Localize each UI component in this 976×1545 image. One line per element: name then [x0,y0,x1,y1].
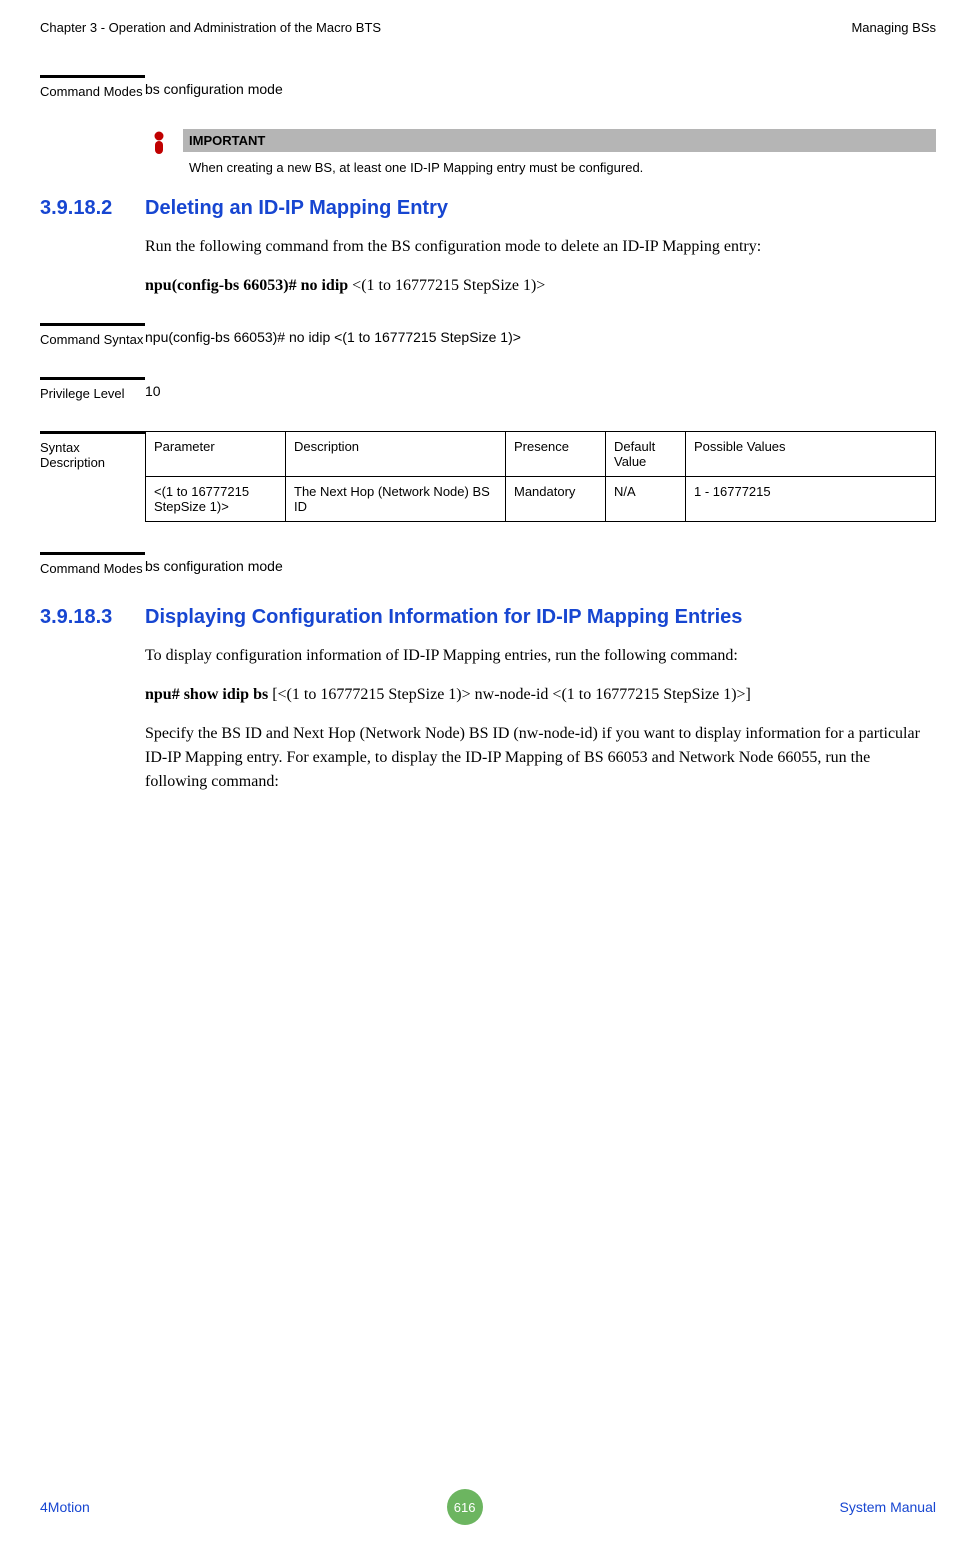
th-description: Description [286,432,506,477]
page-number: 616 [447,1489,483,1525]
th-presence: Presence [506,432,606,477]
chapter-title: Chapter 3 - Operation and Administration… [40,20,381,35]
heading-title-3: Displaying Configuration Information for… [145,606,936,629]
td-parameter: <(1 to 16777215 StepSize 1)> [146,477,286,522]
section3-para2: Specify the BS ID and Next Hop (Network … [145,722,936,794]
heading-3-9-18-2: 3.9.18.2 Deleting an ID-IP Mapping Entry [40,197,936,220]
page-header: Chapter 3 - Operation and Administration… [40,20,936,35]
section3-intro: To display configuration information of … [145,644,936,668]
td-possible-values: 1 - 16777215 [686,477,936,522]
command-syntax-value: npu(config-bs 66053)# no idip <(1 to 167… [145,323,936,345]
heading-number: 3.9.18.2 [40,197,145,220]
section3-command: npu# show idip bs [<(1 to 16777215 StepS… [145,683,936,707]
heading-title: Deleting an ID-IP Mapping Entry [145,197,936,220]
section2-command: npu(config-bs 66053)# no idip <(1 to 167… [145,274,936,298]
important-icon [145,129,173,157]
section-title-right: Managing BSs [851,20,936,35]
command-modes-label: Command Modes [40,75,145,99]
th-possible-values: Possible Values [686,432,936,477]
privilege-level-value: 10 [145,377,936,399]
syntax-description-label: Syntax Description [40,431,145,522]
heading-3-9-18-3: 3.9.18.3 Displaying Configuration Inform… [40,606,936,629]
important-text: When creating a new BS, at least one ID-… [183,158,936,177]
important-header: IMPORTANT [183,129,936,152]
footer-left: 4Motion [40,1499,90,1515]
command-syntax-label: Command Syntax [40,323,145,347]
page-footer: 4Motion 616 System Manual [40,1489,936,1525]
command-modes-block-1: Command Modes bs configuration mode [40,75,936,99]
cmd-bold-3: npu# show idip bs [145,686,272,703]
command-syntax-block: Command Syntax npu(config-bs 66053)# no … [40,323,936,347]
cmd-rest: <(1 to 16777215 StepSize 1)> [352,277,545,294]
cmd-bold: npu(config-bs 66053)# no idip [145,277,352,294]
table-row: <(1 to 16777215 StepSize 1)> The Next Ho… [146,477,936,522]
privilege-level-block: Privilege Level 10 [40,377,936,401]
th-default-value: Default Value [606,432,686,477]
td-description: The Next Hop (Network Node) BS ID [286,477,506,522]
th-parameter: Parameter [146,432,286,477]
command-modes-label-2: Command Modes [40,552,145,576]
command-modes-block-2: Command Modes bs configuration mode [40,552,936,576]
cmd-rest-3: [<(1 to 16777215 StepSize 1)> nw-node-id… [272,686,751,703]
td-presence: Mandatory [506,477,606,522]
table-header-row: Parameter Description Presence Default V… [146,432,936,477]
important-note: IMPORTANT When creating a new BS, at lea… [145,129,936,177]
syntax-description-block: Syntax Description Parameter Description… [40,431,936,522]
section2-intro: Run the following command from the BS co… [145,235,936,259]
command-modes-value-2: bs configuration mode [145,552,936,574]
heading-number-3: 3.9.18.3 [40,606,145,629]
privilege-level-label: Privilege Level [40,377,145,401]
td-default-value: N/A [606,477,686,522]
footer-right: System Manual [840,1499,936,1515]
command-modes-value: bs configuration mode [145,75,936,97]
syntax-table: Parameter Description Presence Default V… [145,431,936,522]
